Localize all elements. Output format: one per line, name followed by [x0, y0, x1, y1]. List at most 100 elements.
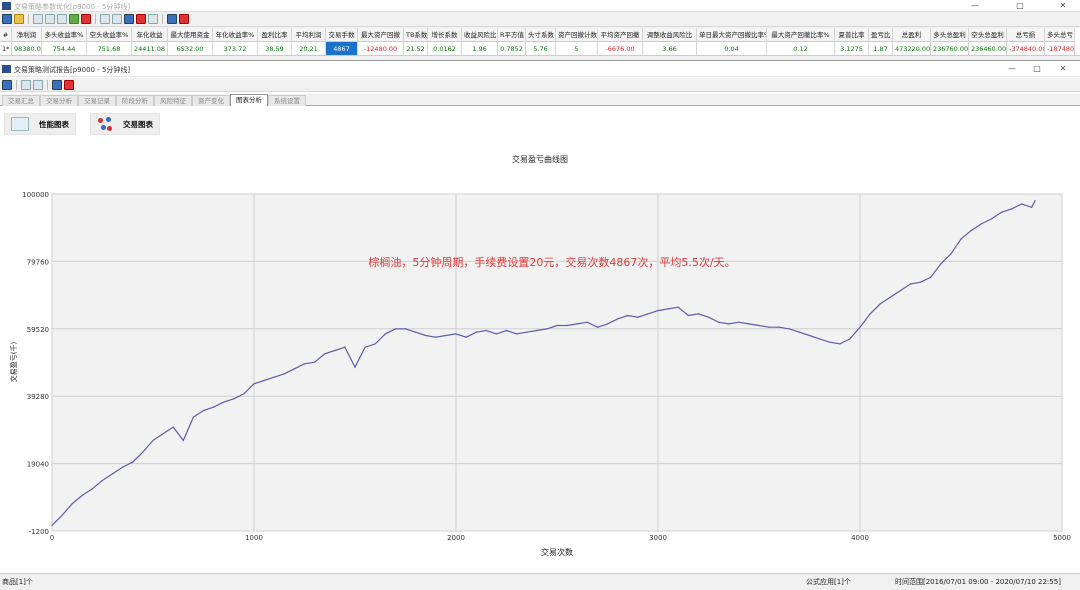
- grid-header-cell[interactable]: 增长系数: [428, 28, 462, 42]
- grid-header-cell[interactable]: TB系数: [404, 28, 428, 42]
- grid-cell[interactable]: 0.7852: [498, 42, 526, 55]
- table-icon[interactable]: [100, 14, 110, 24]
- grid-cell[interactable]: 1.87: [869, 42, 893, 55]
- grid-cell[interactable]: 236460.00: [969, 42, 1007, 55]
- grid-cell[interactable]: 373.72: [213, 42, 258, 55]
- grid-header-cell[interactable]: 多头总亏: [1045, 28, 1075, 42]
- grid-cell[interactable]: 0.12: [767, 42, 835, 55]
- grid-cell[interactable]: 6532.00: [168, 42, 213, 55]
- optimization-results-grid: # 净利润 多头收益率% 空头收益率% 年化收益 最大使用资金 年化收益率% 盈利比率 平均利润…: [0, 28, 1080, 56]
- tab-1[interactable]: 交易分析: [40, 95, 78, 106]
- grid-cell[interactable]: 5: [556, 42, 598, 55]
- tab-3[interactable]: 阶段分析: [116, 95, 154, 106]
- grid-header-cell[interactable]: R平方值: [498, 28, 526, 42]
- grid-header-cell[interactable]: 夏普比率: [835, 28, 869, 42]
- report-icon[interactable]: [148, 14, 158, 24]
- toolbar-separator: [16, 79, 17, 90]
- grid-cell[interactable]: 38.59: [258, 42, 292, 55]
- grid-cell[interactable]: 98380.00: [12, 42, 42, 55]
- grid-header-cell[interactable]: 多头总盈利: [931, 28, 969, 42]
- exit-icon[interactable]: [64, 79, 74, 90]
- grid-cell[interactable]: -6676.00: [598, 42, 643, 55]
- grid-header-row: # 净利润 多头收益率% 空头收益率% 年化收益 最大使用资金 年化收益率% 盈利比率 平均利润…: [0, 28, 1075, 42]
- tab-2[interactable]: 交易记录: [78, 95, 116, 106]
- key-icon[interactable]: [57, 14, 67, 24]
- maximize-button[interactable]: □: [1005, 0, 1035, 12]
- pnl-point: [213, 406, 215, 408]
- bar-chart-icon[interactable]: [136, 14, 146, 24]
- grid-cell[interactable]: 0.04: [697, 42, 767, 55]
- tab-0[interactable]: 交易汇总: [2, 95, 40, 106]
- grid-header-cell[interactable]: 总亏损: [1007, 28, 1045, 42]
- grid-header-cell[interactable]: 交易手数: [326, 28, 358, 42]
- pnl-point: [526, 331, 528, 333]
- tab-4[interactable]: 风险特征: [154, 95, 192, 106]
- grid-header-cell[interactable]: 最大使用资金: [168, 28, 213, 42]
- grid-cell[interactable]: 21.52: [404, 42, 428, 55]
- grid-cell[interactable]: -187480.: [1045, 42, 1075, 55]
- pnl-point: [142, 451, 144, 453]
- grid-cell[interactable]: 3.1275: [835, 42, 869, 55]
- save-icon[interactable]: [2, 14, 12, 24]
- trade-chart-button[interactable]: 交易图表: [90, 113, 160, 135]
- grid-cell[interactable]: 1*: [0, 42, 12, 55]
- grid-data-row[interactable]: 1* 98380.00 754.44 751.68 24411.08 6532.00 373…: [0, 42, 1075, 55]
- tab-6[interactable]: 图表分析: [230, 94, 268, 106]
- report-close-button[interactable]: ✕: [1048, 61, 1078, 77]
- filter-icon[interactable]: [81, 14, 91, 24]
- grid-header-cell[interactable]: 收益风险比: [462, 28, 498, 42]
- grid-header-cell[interactable]: 总盈利: [893, 28, 931, 42]
- grid-cell[interactable]: 754.44: [42, 42, 87, 55]
- copy-icon[interactable]: [21, 79, 31, 90]
- pnl-point: [606, 323, 609, 325]
- minimize-button[interactable]: —: [960, 0, 990, 12]
- grid-header-cell[interactable]: #: [0, 28, 12, 42]
- grid-cell[interactable]: 751.68: [87, 42, 132, 55]
- grid-header-cell[interactable]: 头寸系数: [526, 28, 556, 42]
- close-button[interactable]: ✕: [1048, 0, 1078, 12]
- grid-cell[interactable]: 24411.08: [132, 42, 168, 55]
- pnl-point: [465, 336, 467, 338]
- grid-header-cell[interactable]: 净利润: [12, 28, 42, 42]
- grid-cell[interactable]: 3.66: [643, 42, 697, 55]
- grid-header-cell[interactable]: 最大资产回撤: [358, 28, 404, 42]
- open-folder-icon[interactable]: [14, 14, 24, 24]
- pnl-point: [879, 303, 881, 305]
- grid-header-cell[interactable]: 平均资产回撤: [598, 28, 643, 42]
- tab-7[interactable]: 系统设置: [268, 95, 306, 106]
- save-icon[interactable]: [2, 79, 12, 90]
- grid-header-cell[interactable]: 空头收益率%: [87, 28, 132, 42]
- grid-header-cell[interactable]: 最大资产回撤比率%: [767, 28, 835, 42]
- grid-header-cell[interactable]: 盈利比率: [258, 28, 292, 42]
- copy-icon[interactable]: [45, 14, 55, 24]
- grid-header-cell[interactable]: 盈亏比: [869, 28, 893, 42]
- help-icon[interactable]: [167, 14, 177, 24]
- grid-header-cell[interactable]: 单日最大资产回撤比率%: [697, 28, 767, 42]
- exit-icon[interactable]: [179, 14, 189, 24]
- grid-header-cell[interactable]: 平均利润: [292, 28, 326, 42]
- chart-icon[interactable]: [124, 14, 134, 24]
- grid-header-cell[interactable]: 资产回撤计数: [556, 28, 598, 42]
- run-icon[interactable]: [69, 14, 79, 24]
- grid-cell[interactable]: 5.76: [526, 42, 556, 55]
- grid-cell[interactable]: 473220.00: [893, 42, 931, 55]
- grid-cell[interactable]: 0.0162: [428, 42, 462, 55]
- tab-5[interactable]: 资产变化: [192, 95, 230, 106]
- grid-cell[interactable]: 1.96: [462, 42, 498, 55]
- x-axis-label: 交易次数: [541, 547, 573, 557]
- grid-header-cell[interactable]: 年化收益: [132, 28, 168, 42]
- grid-header-cell[interactable]: 年化收益率%: [213, 28, 258, 42]
- print-icon[interactable]: [33, 79, 43, 90]
- grid-header-cell[interactable]: 调整收益风险比: [643, 28, 697, 42]
- help-icon[interactable]: [52, 79, 62, 90]
- perf-chart-button[interactable]: 性能图表: [4, 113, 76, 135]
- grid-cell[interactable]: 20.21: [292, 42, 326, 55]
- grid-cell[interactable]: 4867: [326, 42, 358, 55]
- grid-header-cell[interactable]: 空头总盈利: [969, 28, 1007, 42]
- grid-cell[interactable]: 236760.00: [931, 42, 969, 55]
- grid-header-cell[interactable]: 多头收益率%: [42, 28, 87, 42]
- print-icon[interactable]: [33, 14, 43, 24]
- grid-cell[interactable]: -374840.00: [1007, 42, 1045, 55]
- text-icon[interactable]: [112, 14, 122, 24]
- grid-cell[interactable]: -12480.00: [358, 42, 404, 55]
